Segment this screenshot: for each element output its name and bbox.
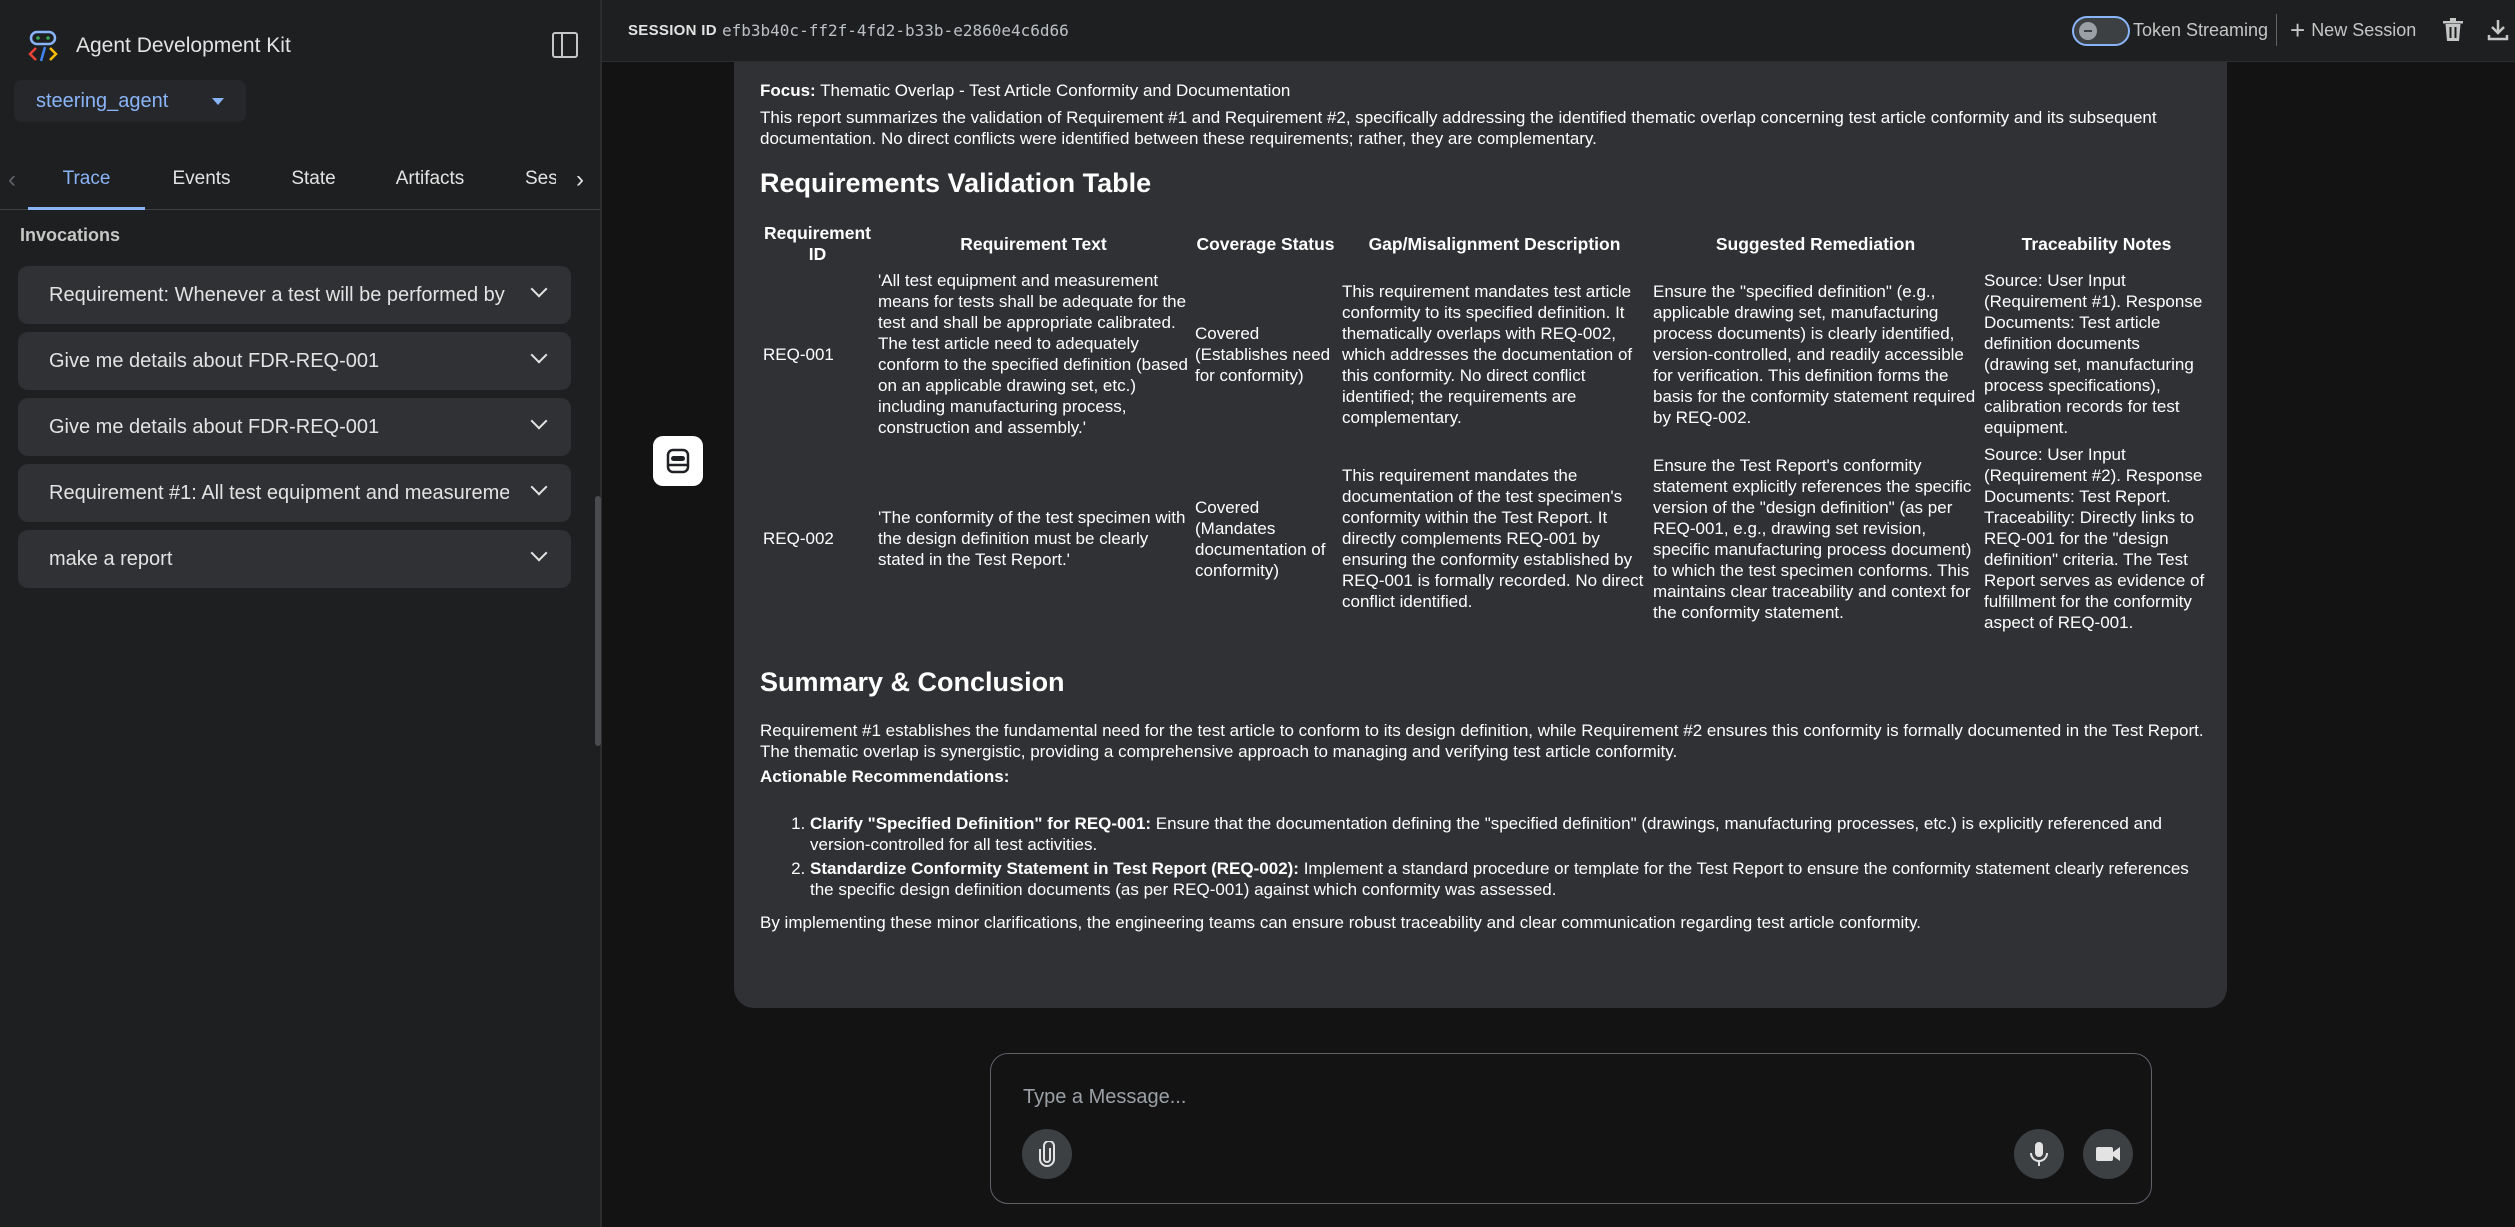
recommendation-title: Clarify "Specified Definition" for REQ-0… [810,814,1152,833]
invocation-label: Requirement: Whenever a test will be per… [49,283,505,306]
agent-select[interactable]: steering_agent [14,80,246,122]
videocam-icon [2096,1147,2120,1161]
video-button[interactable] [2083,1129,2133,1179]
focus-line: Focus: Thematic Overlap - Test Article C… [760,80,2212,101]
gap-description: This requirement mandates test article c… [1342,281,1633,427]
collapse-sidebar-icon[interactable] [552,32,578,58]
message-composer: Type a Message... [990,1053,2152,1204]
robot-icon [666,448,690,474]
recommendation-item: Standardize Conformity Statement in Test… [810,858,2212,900]
recommendations-label-text: Actionable Recommendations: [760,767,1010,786]
traceability-notes: Source: User Input (Requirement #1). Res… [1984,271,2203,437]
brand: Agent Development Kit [26,28,291,64]
invocations-label: Invocations [20,225,121,245]
requirement-text: 'All test equipment and measurement mean… [878,271,1188,437]
invocation-label: Give me details about FDR-REQ-001 [49,349,380,372]
adk-logo-icon [28,30,58,62]
column-header: Requirement Text [960,233,1107,254]
requirement-text: 'The conformity of the test specimen wit… [878,508,1186,569]
table-heading: Requirements Validation Table [760,168,1152,198]
token-streaming-toggle[interactable] [2072,16,2130,46]
tab-artifacts[interactable]: Artifacts [369,150,491,210]
tabs-scroll-right-icon[interactable]: › [568,168,592,192]
chevron-down-icon [530,544,548,562]
intro-paragraph: This report summarizes the validation of… [760,108,2157,148]
tab-trace[interactable]: Trace [28,150,145,210]
requirement-id: REQ-002 [763,529,834,548]
invocation-list: Requirement: Whenever a test will be per… [18,266,571,596]
message-content: Focus: Thematic Overlap - Test Article C… [760,80,2212,933]
recommendations-label: Actionable Recommendations: [760,766,2212,787]
app-title: Agent Development Kit [76,34,291,57]
requirements-table: Requirement ID Requirement Text Coverage… [760,223,2212,636]
tabs-scroll-left-icon[interactable]: ‹ [0,168,24,192]
recommendations-list: Clarify "Specified Definition" for REQ-0… [810,813,2212,900]
recommendation-title: Standardize Conformity Statement in Test… [810,859,1299,878]
new-session-label: New Session [2311,19,2417,40]
column-header: Traceability Notes [2021,233,2172,254]
column-header: Coverage Status [1196,233,1335,254]
app-root: Agent Development Kit steering_agent ‹ T… [0,0,2515,1227]
invocation-item[interactable]: Give me details about FDR-REQ-001 [18,398,571,456]
traceability-notes: Source: User Input (Requirement #2). Res… [1984,445,2205,632]
invocation-item[interactable]: Requirement: Whenever a test will be per… [18,266,571,324]
summary-heading: Summary & Conclusion [760,667,1065,697]
top-header: SESSION ID efb3b40c-ff2f-4fd2-b33b-e2860… [602,0,2515,62]
message-input[interactable]: Type a Message... [1023,1086,1186,1109]
chevron-down-icon [530,412,548,430]
microphone-icon [2030,1142,2048,1166]
token-streaming-label: Token Streaming [2133,20,2269,40]
tab-strip: Trace Events State Artifacts Sess [28,150,556,210]
plus-icon: + [2290,15,2306,45]
summary-paragraph: Requirement #1 establishes the fundament… [760,721,2204,761]
requirement-id: REQ-001 [763,344,834,364]
focus-text: Thematic Overlap - Test Article Conformi… [820,81,1291,100]
sidebar-scrollbar[interactable] [595,496,601,746]
session-id-value: efb3b40c-ff2f-4fd2-b33b-e2860e4c6d66 [722,21,1069,40]
focus-label: Focus: [760,81,816,100]
suggested-remediation: Ensure the Test Report's conformity stat… [1653,455,1972,622]
microphone-button[interactable] [2014,1129,2064,1179]
invocation-item[interactable]: Give me details about FDR-REQ-001 [18,332,571,390]
tab-events[interactable]: Events [145,150,258,210]
attach-button[interactable] [1022,1129,1072,1179]
sidebar: Agent Development Kit steering_agent ‹ T… [0,0,602,1227]
suggested-remediation: Ensure the "specified definition" (e.g.,… [1653,281,1976,427]
column-header: Suggested Remediation [1715,233,1916,254]
agent-select-value: steering_agent [36,89,169,112]
tab-state[interactable]: State [258,150,369,210]
column-header: Gap/Misalignment Description [1368,233,1621,254]
column-header: Requirement ID [764,223,871,264]
gap-description: This requirement mandates the documentat… [1342,466,1644,611]
closing-paragraph: By implementing these minor clarificatio… [760,913,1921,932]
recommendation-item: Clarify "Specified Definition" for REQ-0… [810,813,2212,855]
toggle-knob [2079,22,2097,40]
invocation-label: Requirement #1: All test equipment and m… [49,481,509,504]
chevron-down-icon [530,346,548,364]
session-id-label: SESSION ID [628,22,717,39]
invocation-label: Give me details about FDR-REQ-001 [49,415,380,438]
sidebar-tabs: ‹ Trace Events State Artifacts Sess › [0,150,600,210]
invocation-item[interactable]: Requirement #1: All test equipment and m… [18,464,571,522]
table-row: REQ-001 'All test equipment and measurem… [760,267,2212,441]
table-header-row: Requirement ID Requirement Text Coverage… [760,223,2212,267]
coverage-status: Covered (Establishes need for conformity… [1195,323,1331,385]
bot-avatar [653,436,703,486]
chevron-down-icon [530,478,548,496]
tab-sessions[interactable]: Sess [491,150,556,210]
chevron-down-icon [530,280,548,298]
caret-down-icon [212,98,224,105]
delete-icon[interactable] [2442,18,2464,42]
table-row: REQ-002 'The conformity of the test spec… [760,441,2212,636]
paperclip-icon [1039,1141,1055,1167]
invocation-item[interactable]: make a report [18,530,571,588]
invocation-label: make a report [49,547,173,570]
download-icon[interactable] [2486,18,2510,42]
coverage-status: Covered (Mandates documentation of confo… [1195,497,1326,580]
header-divider [2276,14,2277,46]
new-session-button[interactable]: + New Session [2290,17,2416,43]
agent-message: Focus: Thematic Overlap - Test Article C… [734,62,2227,1008]
